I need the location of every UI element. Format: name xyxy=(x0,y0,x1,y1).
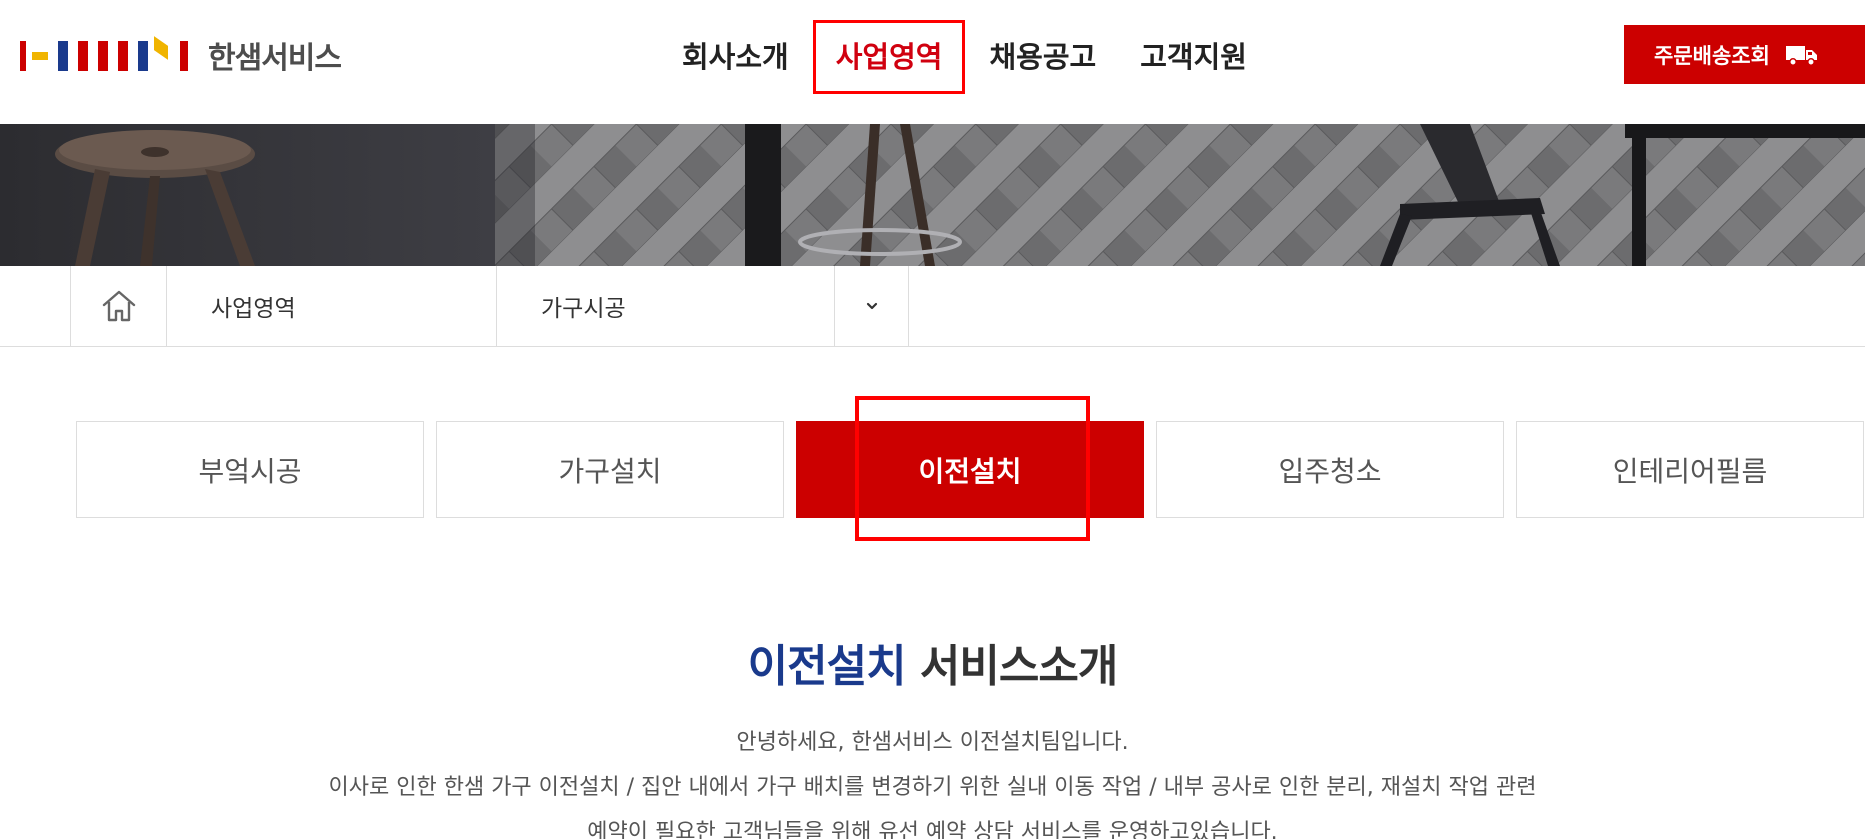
tab-interior-film[interactable]: 인테리어필름 xyxy=(1516,421,1864,518)
order-tracking-button[interactable]: 주문배송조회 xyxy=(1624,25,1865,84)
nav-item-business[interactable]: 사업영역 xyxy=(812,20,966,94)
section-title-rest: 서비스소개 xyxy=(919,641,1118,692)
tab-relocation-install[interactable]: 이전설치 xyxy=(796,421,1144,518)
location-bar: 사업영역 가구시공 xyxy=(0,266,1865,347)
breadcrumb-depth2[interactable]: 가구시공 xyxy=(496,266,834,346)
nav-item-support[interactable]: 고객지원 xyxy=(1120,20,1267,94)
hero-image xyxy=(0,124,1865,266)
order-tracking-label: 주문배송조회 xyxy=(1654,43,1770,68)
nav-item-company[interactable]: 회사소개 xyxy=(662,20,809,94)
logo[interactable]: 한샘서비스 xyxy=(20,36,342,76)
nav-item-careers[interactable]: 채용공고 xyxy=(969,20,1116,94)
intro-line-3: 예약이 필요한 고객님들을 위해 유선 예약 상담 서비스를 운영하고있습니다. xyxy=(587,820,1278,839)
tab-kitchen[interactable]: 부엌시공 xyxy=(76,421,424,518)
section-title: 이전설치 서비스소개 xyxy=(0,630,1865,694)
breadcrumb-dropdown-toggle[interactable] xyxy=(834,266,909,346)
tab-furniture-install[interactable]: 가구설치 xyxy=(436,421,784,518)
intro-line-1: 안녕하세요, 한샘서비스 이전설치팀입니다. xyxy=(736,730,1129,755)
tab-move-in-cleaning[interactable]: 입주청소 xyxy=(1156,421,1504,518)
main-nav: 회사소개 사업영역 채용공고 고객지원 xyxy=(660,20,1269,94)
hero-banner xyxy=(0,124,1865,266)
section-title-accent: 이전설치 xyxy=(747,641,907,692)
chevron-down-icon xyxy=(866,302,877,310)
logo-mark xyxy=(20,36,190,72)
truck-icon xyxy=(1785,45,1817,66)
breadcrumb-depth1[interactable]: 사업영역 xyxy=(166,266,496,346)
logo-text: 한샘서비스 xyxy=(208,41,342,76)
intro-line-2: 이사로 인한 한샘 가구 이전설치 / 집안 내에서 가구 배치를 변경하기 위… xyxy=(328,775,1537,800)
home-button[interactable] xyxy=(70,266,166,346)
site-header: 한샘서비스 회사소개 사업영역 채용공고 고객지원 주문배송조회 xyxy=(0,0,1865,124)
home-icon xyxy=(102,290,135,322)
